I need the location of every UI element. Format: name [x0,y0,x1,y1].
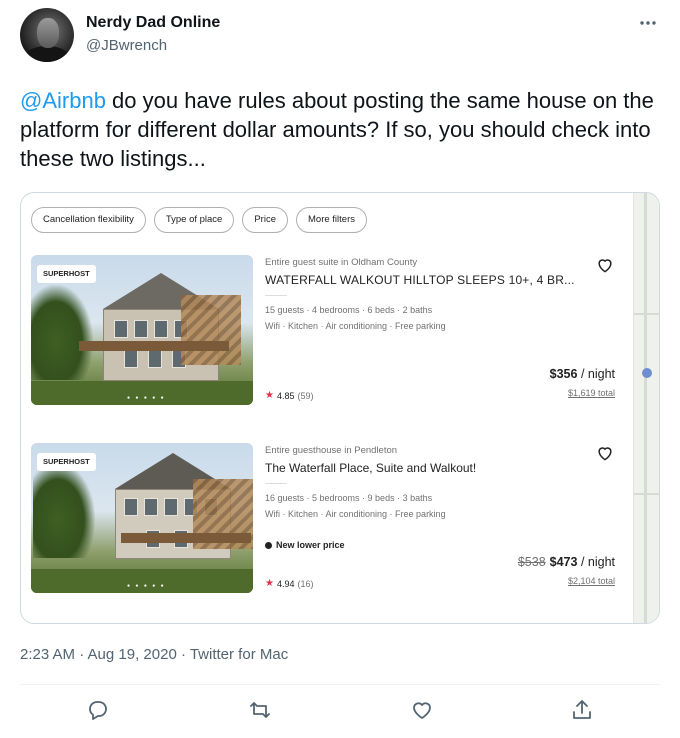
rating-value: 4.85 [276,390,295,401]
listing-info: Entire guest suite in Oldham County WATE… [265,255,621,405]
avatar-shoulders [24,46,70,62]
listing-photo[interactable]: ● ● ● ● ● SUPERHOST [31,255,253,405]
heart-icon[interactable] [595,443,615,463]
tweet-body: do you have rules about posting the same… [20,88,654,171]
avatar-face [37,18,59,48]
old-price: $538 [517,555,546,569]
listing-card-2[interactable]: ● ● ● ● ● SUPERHOST Entire guesthouse in… [31,443,621,593]
listing-rating: ★ 4.85 (59) [265,390,314,401]
reply-icon[interactable] [86,698,110,722]
divider [265,295,287,296]
tweet-text: @Airbnb do you have rules about posting … [20,86,660,173]
listing-title[interactable]: WATERFALL WALKOUT HILLTOP SLEEPS 10+, 4 … [265,273,575,287]
tweet-timestamp[interactable]: 2:23 AM · Aug 19, 2020 · Twitter for Mac [20,646,288,663]
listing-price: $538 $473 / night [518,555,615,569]
map-strip[interactable] [633,193,659,623]
listing-photo[interactable]: ● ● ● ● ● SUPERHOST [31,443,253,593]
listing-price: $356 / night [550,367,615,381]
rating-value: 4.94 [276,578,295,589]
more-horizontal-icon[interactable] [636,16,660,30]
filter-chip-type-of-place[interactable]: Type of place [153,207,235,233]
divider [265,483,287,484]
listing-total[interactable]: $1,619 total [568,388,615,398]
tag-icon [265,541,272,549]
filter-chip-more-filters[interactable]: More filters [296,207,367,233]
filter-chip-price[interactable]: Price [242,207,288,233]
author-name[interactable]: Nerdy Dad Online [86,14,220,32]
price-value: $356 [549,367,578,381]
listing-amenities: Wifi · Kitchen · Air conditioning · Free… [265,321,446,331]
promo-badge: New lower price [265,537,345,553]
star-icon: ★ [265,578,274,589]
listing-title[interactable]: The Waterfall Place, Suite and Walkout! [265,461,476,475]
listing-details: 15 guests · 4 bedrooms · 6 beds · 2 bath… [265,305,433,315]
heart-icon[interactable] [595,255,615,275]
divider [20,684,660,685]
filter-chip-cancellation[interactable]: Cancellation flexibility [31,207,146,233]
price-per: / night [577,555,615,569]
listing-subtitle: Entire guesthouse in Pendleton [265,445,398,456]
listing-amenities: Wifi · Kitchen · Air conditioning · Free… [265,509,446,519]
tweet-actions [0,690,680,734]
like-icon[interactable] [410,698,434,722]
avatar[interactable] [20,8,74,62]
listing-card-1[interactable]: ● ● ● ● ● SUPERHOST Entire guest suite i… [31,255,621,405]
listing-info: Entire guesthouse in Pendleton The Water… [265,443,621,593]
listing-subtitle: Entire guest suite in Oldham County [265,257,418,268]
listing-rating: ★ 4.94 (16) [265,578,314,589]
review-count: (16) [297,578,314,589]
superhost-badge: SUPERHOST [37,453,96,471]
map-marker-icon [642,368,652,378]
price-per: / night [577,367,615,381]
author-handle[interactable]: @JBwrench [86,37,167,54]
mention-link[interactable]: @Airbnb [20,88,106,113]
share-icon[interactable] [570,698,594,722]
review-count: (59) [297,390,314,401]
filter-bar: Cancellation flexibility Type of place P… [31,207,367,233]
retweet-icon[interactable] [248,698,272,722]
tweet-media-image[interactable]: Cancellation flexibility Type of place P… [20,192,660,624]
listing-total[interactable]: $2,104 total [568,576,615,586]
star-icon: ★ [265,390,274,401]
promo-text: New lower price [276,540,345,550]
price-value: $473 [549,555,578,569]
listing-details: 16 guests · 5 bedrooms · 9 beds · 3 bath… [265,493,433,503]
superhost-badge: SUPERHOST [37,265,96,283]
